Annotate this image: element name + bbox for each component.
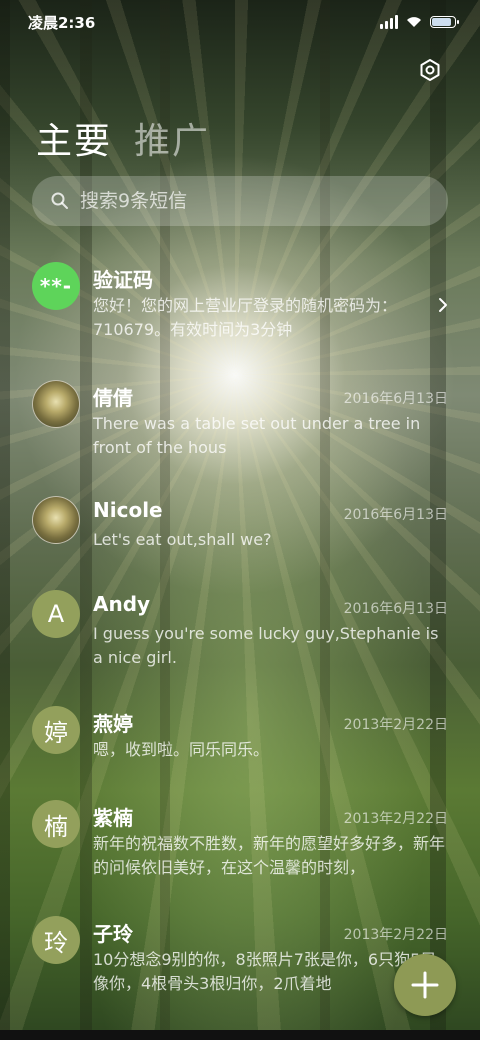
conversation-name: 紫楠	[93, 806, 133, 830]
conversation-row[interactable]: A Andy 2016年6月13日 I guess you're some lu…	[0, 580, 480, 690]
conversation-preview: 10分想念9别的你，8张照片7张是你，6只狗5只像你，4根骨头3根归你，2爪着地	[93, 950, 437, 993]
status-time: 凌晨2:36	[28, 13, 96, 32]
avatar: 玲	[32, 916, 80, 964]
search-icon	[51, 192, 68, 209]
conversation-name: Nicole	[93, 498, 163, 522]
conversation-row[interactable]: **- 验证码 您好！您的网上营业厅登录的随机密码为：710679。有效时间为3…	[0, 252, 480, 362]
conversation-preview: There was a table set out under a tree i…	[93, 414, 421, 457]
avatar: 婷	[32, 706, 80, 754]
search-bar[interactable]	[32, 176, 448, 226]
conversation-name: Andy	[93, 592, 151, 616]
conversation-name: 燕婷	[93, 712, 133, 736]
plus-icon	[411, 971, 439, 999]
navigation-bar	[0, 1030, 480, 1040]
chevron-right-icon	[439, 298, 447, 312]
conversation-name: 倩倩	[93, 386, 133, 410]
search-input[interactable]	[80, 190, 380, 212]
conversation-name: 验证码	[93, 268, 153, 292]
conversation-date: 2013年2月22日	[343, 717, 448, 733]
avatar: **-	[32, 262, 80, 310]
settings-button[interactable]	[414, 54, 446, 86]
conversation-date: 2016年6月13日	[343, 601, 448, 617]
status-icons	[380, 15, 459, 29]
conversation-name: 子玲	[93, 922, 133, 946]
avatar	[32, 496, 80, 544]
avatar: 楠	[32, 800, 80, 848]
conversation-preview: 您好！您的网上营业厅登录的随机密码为：710679。有效时间为3分钟	[93, 296, 398, 339]
conversation-row[interactable]: 楠 紫楠 2013年2月22日 新年的祝福数不胜数，新年的愿望好多好多，新年的问…	[0, 790, 480, 900]
gear-icon	[420, 59, 440, 81]
conversation-preview: 嗯，收到啦。同乐同乐。	[93, 740, 270, 759]
conversation-date: 2013年2月22日	[343, 811, 448, 827]
conversation-date: 2013年2月22日	[343, 927, 448, 943]
battery-icon	[430, 16, 459, 28]
avatar: A	[32, 590, 80, 638]
tab-primary[interactable]: 主要	[36, 112, 112, 164]
conversation-row[interactable]: 倩倩 2016年6月13日 There was a table set out …	[0, 370, 480, 480]
signal-icon	[380, 15, 398, 29]
new-message-button[interactable]	[394, 954, 456, 1016]
tab-promotions[interactable]: 推广	[134, 112, 210, 164]
tab-bar: 主要 推广	[36, 112, 210, 164]
conversation-preview: I guess you're some lucky guy,Stephanie …	[93, 624, 439, 667]
wifi-icon	[407, 17, 421, 27]
status-bar: 凌晨2:36	[0, 0, 480, 44]
conversation-date: 2016年6月13日	[343, 391, 448, 407]
conversation-preview: 新年的祝福数不胜数，新年的愿望好多好多，新年的问候依旧美好，在这个温馨的时刻，	[93, 834, 446, 877]
avatar	[32, 380, 80, 428]
conversation-date: 2016年6月13日	[343, 507, 448, 523]
conversation-preview: Let's eat out,shall we?	[93, 530, 272, 549]
